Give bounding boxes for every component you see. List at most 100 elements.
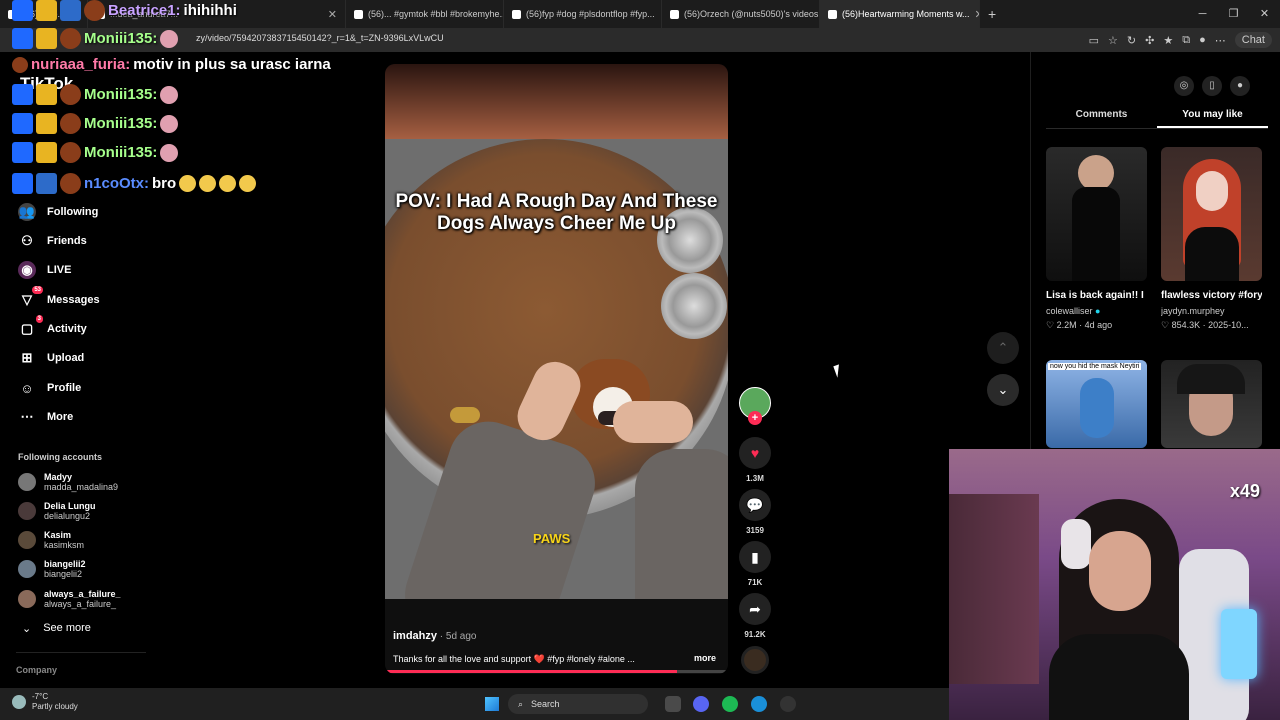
nav-profile[interactable]: ☺ Profile: [18, 377, 81, 399]
right-panel-icons: ◎ ▯ ●: [1174, 76, 1250, 96]
following-account[interactable]: biangelii2 biangelii2: [18, 559, 86, 579]
following-account[interactable]: Kasim kasimksm: [18, 530, 84, 550]
activity-icon: ▢ 3: [20, 315, 43, 336]
messages-badge: 53: [32, 286, 43, 294]
nav-more[interactable]: ⋯ More: [18, 406, 74, 428]
recommended-video-card[interactable]: now you hid the mask Neytiri: [1046, 360, 1147, 448]
profile-avatar-icon[interactable]: ●: [1199, 34, 1206, 46]
close-window-icon[interactable]: ✕: [1249, 0, 1280, 28]
close-tab-icon[interactable]: ✕: [328, 8, 337, 21]
subscriber-badge-icon: [60, 0, 81, 21]
discord-icon[interactable]: [693, 696, 709, 712]
nav-live[interactable]: ◉ LIVE: [18, 259, 71, 281]
bookmark-icon: ▮: [739, 541, 771, 573]
video-description: Thanks for all the love and support ❤️ #…: [393, 654, 635, 664]
tab-comments[interactable]: Comments: [1046, 109, 1157, 128]
dog-badge-icon: [60, 28, 81, 49]
nav-following[interactable]: 👥 Following: [18, 201, 98, 223]
follow-plus-icon[interactable]: +: [748, 411, 762, 425]
comment-count: 3159: [746, 526, 764, 535]
app-icon[interactable]: [780, 696, 796, 712]
recommended-video-card[interactable]: [1161, 360, 1262, 448]
nav-friends[interactable]: ⚇ Friends: [18, 230, 87, 252]
comment-button[interactable]: 💬 3159: [737, 489, 773, 535]
video-author[interactable]: imdahzy · 5d ago: [393, 630, 477, 642]
chat-username: nuriaaa_furia:: [31, 56, 131, 73]
reader-view-icon[interactable]: ▭: [1089, 34, 1099, 47]
dog-badge-icon: [84, 0, 105, 21]
emote-icon: [160, 85, 179, 104]
following-accounts-title: Following accounts: [18, 452, 103, 462]
following-account[interactable]: always_a_failure_ always_a_failure_: [18, 589, 121, 609]
sidebar-divider: [16, 652, 146, 653]
chat-message: Beatrice1: ihihihhi: [12, 0, 237, 21]
avatar: [18, 473, 36, 491]
recommended-video-card[interactable]: flawless victory #foryou #fyp... jaydyn.…: [1161, 147, 1262, 331]
nav-upload[interactable]: ⊞ Upload: [18, 347, 85, 369]
coins-icon[interactable]: ◎: [1174, 76, 1194, 96]
following-account[interactable]: Madyy madda_madalina9: [18, 472, 118, 492]
chat-message: Moniii135:: [12, 84, 179, 105]
more-icon: ⋯: [20, 409, 34, 424]
taskbar-search[interactable]: ⌕ Search: [508, 694, 648, 714]
file-explorer-icon[interactable]: [665, 696, 681, 712]
edge-browser-icon[interactable]: [751, 696, 767, 712]
user-avatar-icon[interactable]: ●: [1230, 76, 1250, 96]
following-account[interactable]: Delia Lungu delialungu2: [18, 501, 96, 521]
dog-badge-icon: [60, 173, 81, 194]
company-link[interactable]: Company: [16, 665, 57, 675]
lamp-image: [1221, 609, 1257, 679]
browser-tab[interactable]: (56)Orzech (@nuts5050)'s videos✕: [662, 0, 820, 28]
nav-messages[interactable]: ▽ 53 Messages: [18, 286, 100, 311]
minimize-icon[interactable]: ─: [1187, 0, 1218, 28]
restore-icon[interactable]: ❐: [1218, 0, 1249, 28]
like-button[interactable]: ♥ 1.3M: [737, 437, 773, 483]
browser-tab[interactable]: (56)... #gymtok #bbl #brokemyhe...✕: [346, 0, 504, 28]
video-progress-bar[interactable]: [385, 670, 728, 673]
moderator-badge-icon: [12, 173, 33, 194]
browser-tab[interactable]: (56)fyp #dog #plsdontflop #fyp...✕: [504, 0, 662, 28]
avatar: [18, 590, 36, 608]
streamer-body-image: [1049, 634, 1189, 720]
extensions-icon[interactable]: ✣: [1145, 34, 1154, 47]
chat-text: ihihihhi: [183, 2, 237, 19]
next-video-button[interactable]: ⌄: [987, 374, 1019, 406]
browser-tab-active[interactable]: (56)Heartwarming Moments w...✕: [820, 0, 980, 28]
chat-username: Beatrice1:: [108, 2, 181, 19]
dog-badge-icon: [60, 84, 81, 105]
more-link[interactable]: more: [694, 653, 716, 663]
collections-icon[interactable]: ⧉: [1182, 34, 1190, 47]
card-author: colewalliser ●: [1046, 306, 1101, 316]
bookmark-button[interactable]: ▮ 71K: [737, 541, 773, 587]
menu-dots-icon[interactable]: ⋯: [1215, 34, 1226, 47]
spotify-icon[interactable]: [722, 696, 738, 712]
device-icon[interactable]: ▯: [1202, 76, 1222, 96]
url-field[interactable]: zy/video/7594207383715450142?_r=1&_t=ZN-…: [196, 33, 444, 43]
nav-activity[interactable]: ▢ 3 Activity: [18, 315, 87, 340]
recommended-video-card[interactable]: Lisa is back again!! I mean, no... colew…: [1046, 147, 1147, 331]
see-more-button[interactable]: ⌄ See more: [22, 622, 91, 635]
bookmark-count: 71K: [747, 578, 763, 587]
sad-face-emoji-icon: [179, 175, 197, 192]
rope-toy-image: [450, 407, 480, 423]
headset-image: [1061, 519, 1091, 569]
emote-icon: [160, 29, 179, 48]
windows-start-icon[interactable]: [485, 697, 499, 711]
new-tab-icon[interactable]: +: [980, 0, 1004, 28]
cup-badge-icon: [12, 56, 28, 73]
video-player[interactable]: POV: I Had A Rough Day And These Dogs Al…: [385, 64, 728, 674]
crown-badge-icon: [36, 28, 57, 49]
windows-taskbar: [0, 688, 949, 720]
music-disc-icon[interactable]: [741, 646, 769, 674]
moderator-badge-icon: [12, 84, 33, 105]
copilot-chat-button[interactable]: Chat: [1234, 32, 1272, 48]
tab-you-may-like[interactable]: You may like: [1157, 109, 1268, 128]
weather-widget[interactable]: -7°C Partly cloudy: [12, 692, 78, 712]
favorite-star-icon[interactable]: ☆: [1108, 34, 1118, 47]
share-button[interactable]: ➦ 91.2K: [737, 593, 773, 639]
previous-video-button[interactable]: ⌃: [987, 332, 1019, 364]
video-thumbnail: now you hid the mask Neytiri: [1046, 360, 1147, 448]
refresh-icon[interactable]: ↻: [1127, 34, 1136, 47]
favorites-icon[interactable]: ★: [1163, 34, 1173, 47]
share-icon: ➦: [739, 593, 771, 625]
